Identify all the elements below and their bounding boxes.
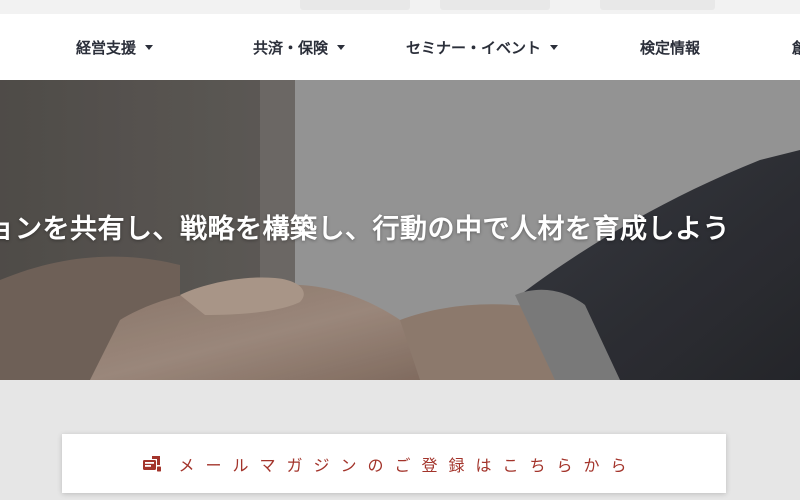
caret-down-icon xyxy=(145,44,154,50)
nav-item-mutual-aid-insurance[interactable]: 共済・保険 xyxy=(253,14,346,80)
nav-item-seminar-event[interactable]: セミナー・イベント xyxy=(406,14,559,80)
nav-item-label: 創 xyxy=(792,38,800,57)
newsletter-signup-button[interactable]: メールマガジンのご登録はこちらから xyxy=(62,434,726,493)
nav-item-truncated[interactable]: 創 xyxy=(792,14,800,80)
nav-item-label: セミナー・イベント xyxy=(406,38,542,57)
caret-down-icon xyxy=(550,44,559,50)
nav-item-label: 検定情報 xyxy=(640,38,701,57)
utility-link-shadow xyxy=(300,0,410,10)
nav-item-certification-info[interactable]: 検定情報 xyxy=(640,14,700,80)
hero-tagline: ジョンを共有し、戦略を構築し、行動の中で人材を育成しよう xyxy=(0,214,730,245)
nav-item-label: 経営支援 xyxy=(76,38,137,57)
newsletter-signup-label: メールマガジンのご登録はこちらから xyxy=(178,455,638,475)
top-utility-strip xyxy=(0,0,800,14)
global-nav: 経営支援 共済・保険 セミナー・イベント 検定情報 創 xyxy=(0,14,800,80)
utility-link-shadow xyxy=(440,0,550,10)
nav-item-management-support[interactable]: 経営支援 xyxy=(76,14,154,80)
caret-down-icon xyxy=(337,44,346,50)
nav-item-label: 共済・保険 xyxy=(253,38,329,57)
mail-icon xyxy=(143,455,162,471)
utility-link-shadow xyxy=(600,0,715,10)
hero-banner: ジョンを共有し、戦略を構築し、行動の中で人材を育成しよう xyxy=(0,80,800,380)
